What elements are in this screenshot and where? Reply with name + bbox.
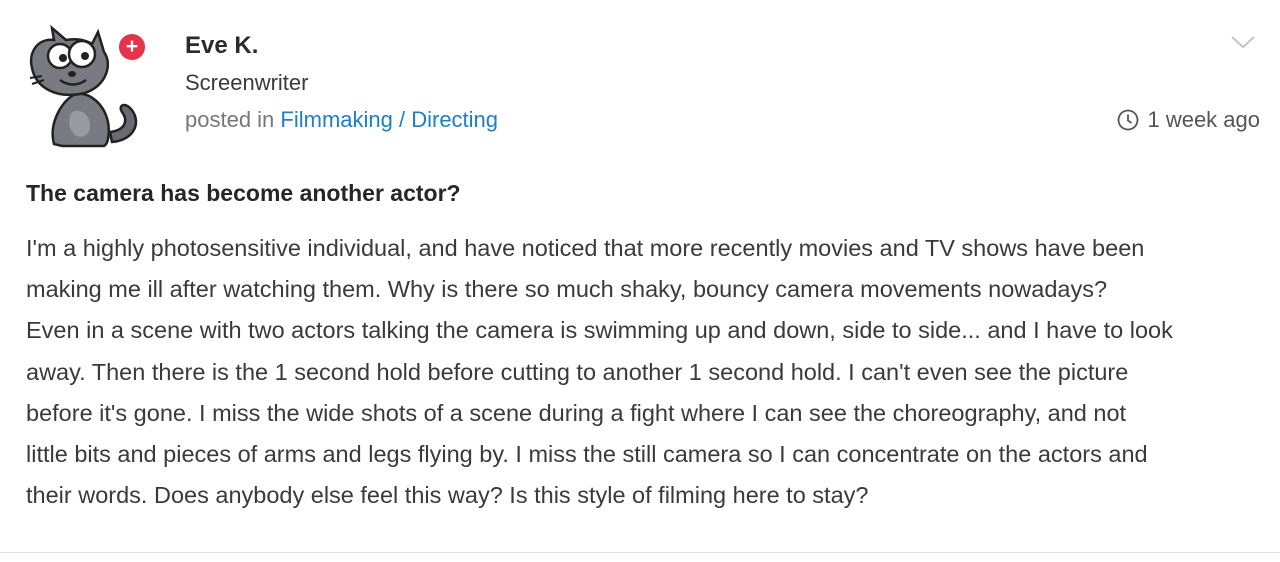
clock-icon	[1118, 109, 1139, 131]
add-badge-icon[interactable]: +	[117, 32, 147, 62]
forum-post: + Eve K. Screenwriter posted in Filmmaki…	[0, 0, 1280, 562]
post-body: I'm a highly photosensitive individual, …	[26, 228, 1266, 516]
author-role: Screenwriter	[185, 70, 309, 95]
post-divider	[0, 552, 1280, 553]
post-body-line: I'm a highly photosensitive individual, …	[26, 235, 1145, 261]
post-body-line: Even in a scene with two actors talking …	[26, 317, 1173, 344]
timestamp-text: 1 week ago	[1147, 107, 1260, 132]
chevron-down-icon	[1231, 36, 1255, 49]
post-body-line: away. Then there is the 1 second hold be…	[26, 358, 1129, 385]
avatar[interactable]: +	[24, 22, 152, 152]
post-body-line: little bits and pieces of arms and legs …	[26, 441, 1148, 468]
category-link[interactable]: Filmmaking / Directing	[280, 107, 498, 132]
post-body-line: making me ill after watching them. Why i…	[26, 276, 1108, 303]
posted-in-line: posted in Filmmaking / Directing	[185, 107, 498, 133]
post-menu-button[interactable]	[1230, 32, 1256, 52]
post-title: The camera has become another actor?	[26, 180, 461, 206]
posted-in-prefix: posted in	[185, 107, 275, 132]
post-body-line: their words. Does anybody else feel this…	[26, 482, 869, 509]
post-timestamp: 1 week ago	[1117, 107, 1260, 133]
author-name[interactable]: Eve K.	[185, 32, 258, 60]
post-body-line: before it's gone. I miss the wide shots …	[26, 399, 1127, 426]
